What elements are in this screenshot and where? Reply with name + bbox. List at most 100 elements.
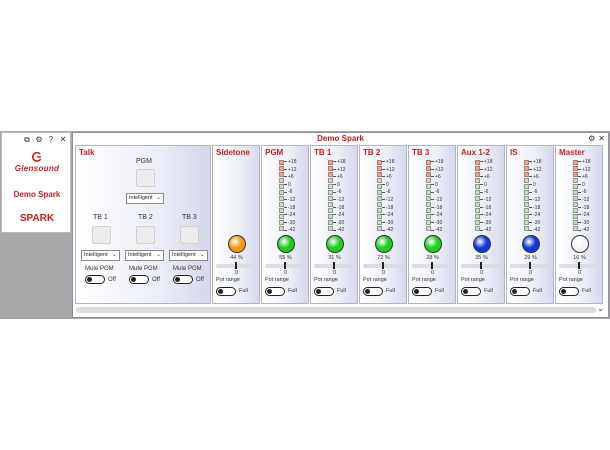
meter-scale-label: -6 xyxy=(529,189,537,195)
tb1-mute-pgm-label: Mute PGM xyxy=(85,266,114,272)
tb2-mute-pgm-toggle[interactable] xyxy=(129,275,149,284)
pot-range-label: Pot range xyxy=(363,277,387,283)
tb1-mode-value: Intelligent xyxy=(84,252,108,258)
level-slider-handle[interactable] xyxy=(382,262,384,269)
meter-scale: +18 +12 +6 0 -6 -12 -18 -24 -30 -42 xyxy=(480,159,505,233)
level-slider-handle[interactable] xyxy=(529,262,531,269)
meter-scale-label: -24 xyxy=(578,212,589,218)
meter-scale-label: +12 xyxy=(578,167,590,173)
sidebar-device-name[interactable]: Demo Spark xyxy=(2,190,72,199)
level-knob[interactable] xyxy=(473,235,491,253)
pgm-talk-button[interactable] xyxy=(136,169,155,187)
channel-strip-3: TB 2 +18 +12 +6 0 -6 -12 -18 -24 -30 -42 72 % 0 Pot r… xyxy=(359,145,407,304)
level-slider-handle[interactable] xyxy=(480,262,482,269)
tb1-toggle-state: Off xyxy=(108,277,116,283)
pot-range-toggle[interactable] xyxy=(216,287,236,296)
meter-scale-label: -6 xyxy=(578,189,586,195)
tb3-toggle-state: Off xyxy=(196,277,204,283)
meter-scale-label: +6 xyxy=(382,174,392,180)
meter-scale-label: +18 xyxy=(529,159,541,165)
meter-scale: +18 +12 +6 0 -6 -12 -18 -24 -30 -42 xyxy=(529,159,554,233)
level-percent: 72 % xyxy=(377,255,390,261)
channel-title: TB 1 xyxy=(314,148,332,157)
level-slider-handle[interactable] xyxy=(333,262,335,269)
sidebar-model-name: SPARK xyxy=(19,213,55,224)
meter-scale-label: -24 xyxy=(431,212,442,218)
pot-range-label: Pot range xyxy=(412,277,436,283)
pot-range-toggle[interactable] xyxy=(314,287,334,296)
copy-icon[interactable]: ⧉ xyxy=(23,135,31,144)
logo-text: Glensound xyxy=(14,164,60,173)
tb1-mode-dropdown[interactable]: Intelligent ⌄ xyxy=(81,250,120,261)
tb1-mute-pgm-toggle[interactable] xyxy=(85,275,105,284)
meter-scale: +18 +12 +6 0 -6 -12 -18 -24 -30 -42 xyxy=(382,159,407,233)
settings-gear-icon[interactable]: ⚙ xyxy=(588,133,595,144)
tb3-talk-button[interactable] xyxy=(180,226,199,244)
level-knob[interactable] xyxy=(326,235,344,253)
meter-scale-label: 0 xyxy=(382,182,389,188)
level-slider-handle[interactable] xyxy=(284,262,286,269)
close-icon[interactable]: ✕ xyxy=(59,135,67,144)
meter-scale-label: +12 xyxy=(382,167,394,173)
pot-range-toggle[interactable] xyxy=(265,287,285,296)
meter-scale-label: +6 xyxy=(284,174,294,180)
tb3-mute-pgm-label: Mute PGM xyxy=(173,266,202,272)
pot-range-toggle[interactable] xyxy=(559,287,579,296)
chevron-down-icon[interactable]: ⌄ xyxy=(597,304,604,313)
chevron-down-icon: ⌄ xyxy=(199,252,205,258)
glensound-logo-icon xyxy=(31,151,42,162)
level-knob[interactable] xyxy=(375,235,393,253)
slider-value: 0 xyxy=(283,270,288,276)
pot-range-toggle[interactable] xyxy=(510,287,530,296)
tb1-talk-button[interactable] xyxy=(92,226,111,244)
meter-scale-label: +18 xyxy=(578,159,590,165)
tb2-mute-pgm-label: Mute PGM xyxy=(129,266,158,272)
pot-range-toggle[interactable] xyxy=(412,287,432,296)
tb3-mute-pgm-toggle[interactable] xyxy=(173,275,193,284)
horizontal-scrollbar[interactable] xyxy=(76,307,596,313)
level-knob[interactable] xyxy=(228,235,246,253)
level-slider-handle[interactable] xyxy=(235,262,237,269)
level-knob[interactable] xyxy=(424,235,442,253)
level-slider-handle[interactable] xyxy=(578,262,580,269)
meter-scale-label: -18 xyxy=(333,205,344,211)
meter-scale-label: 0 xyxy=(480,182,487,188)
meter-scale-label: +12 xyxy=(529,167,541,173)
meter-scale-label: 0 xyxy=(529,182,536,188)
level-percent: 16 % xyxy=(573,255,586,261)
meter-scale-label: +6 xyxy=(431,174,441,180)
help-icon[interactable]: ? xyxy=(47,135,55,144)
gear-icon[interactable]: ⚙ xyxy=(35,135,43,144)
meter-scale-label: -42 xyxy=(529,227,540,233)
window-close-icon[interactable]: ✕ xyxy=(598,133,605,144)
meter-scale: +18 +12 +6 0 -6 -12 -18 -24 -30 -42 xyxy=(431,159,456,233)
meter-scale-label: -18 xyxy=(480,205,491,211)
meter-scale-label: -30 xyxy=(382,220,393,226)
meter-scale-label: +12 xyxy=(480,167,492,173)
meter-scale-label: -42 xyxy=(284,227,295,233)
meter-scale-label: -24 xyxy=(284,212,295,218)
level-slider-handle[interactable] xyxy=(431,262,433,269)
pot-range-label: Pot range xyxy=(510,277,534,283)
meter-scale-label: +18 xyxy=(480,159,492,165)
tb3-mode-dropdown[interactable]: Intelligent ⌄ xyxy=(169,250,208,261)
pot-range-toggle[interactable] xyxy=(461,287,481,296)
talk-panel-title: Talk xyxy=(79,148,95,157)
pot-range-toggle[interactable] xyxy=(363,287,383,296)
level-knob[interactable] xyxy=(571,235,589,253)
tb2-mode-dropdown[interactable]: Intelligent ⌄ xyxy=(125,250,164,261)
pgm-mode-dropdown[interactable]: Intelligent ⌄ xyxy=(126,193,164,204)
pot-range-state: Full xyxy=(386,288,395,294)
chevron-down-icon: ⌄ xyxy=(155,195,161,201)
channel-strip-5: Aux 1-2 +18 +12 +6 0 -6 -12 -18 -24 -30 -42 35 % 0 Po… xyxy=(457,145,505,304)
pot-range-label: Pot range xyxy=(216,277,240,283)
meter-scale-label: -6 xyxy=(431,189,439,195)
pot-range-label: Pot range xyxy=(265,277,289,283)
meter-scale-label: -18 xyxy=(431,205,442,211)
window-buttons: ⚙ ✕ xyxy=(588,133,605,144)
level-percent: 29 % xyxy=(524,255,537,261)
meter-scale-label: -12 xyxy=(284,197,295,203)
tb2-talk-button[interactable] xyxy=(136,226,155,244)
level-knob[interactable] xyxy=(522,235,540,253)
level-knob[interactable] xyxy=(277,235,295,253)
